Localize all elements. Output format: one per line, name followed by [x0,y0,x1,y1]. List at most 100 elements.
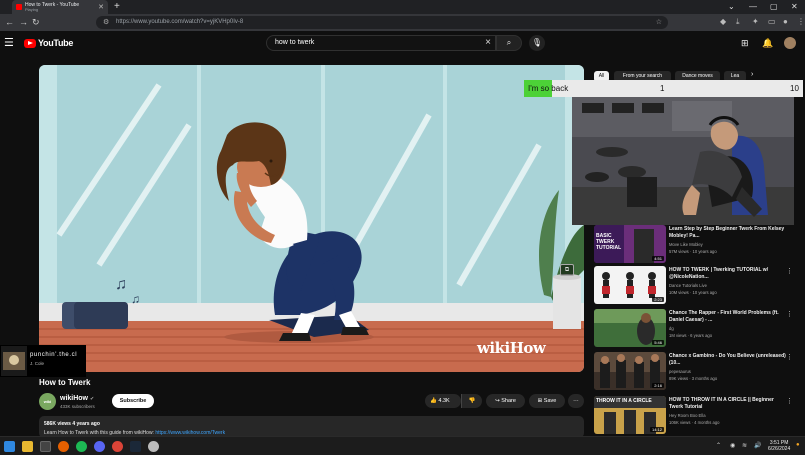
youtube-logo[interactable]: YouTube [24,38,73,48]
youtube-header: ☰ YouTube how to twerk × ⌕ 🎙 ⊞ 🔔 [0,31,805,55]
wifi-icon[interactable]: ≋ [742,442,747,449]
download-icon[interactable]: ⤓ [736,17,740,27]
album-art [1,346,27,376]
more-menu-icon[interactable]: ⋮ [797,17,805,26]
like-button[interactable]: 👍 4.3K [425,394,461,408]
network-icon[interactable]: ◉ [730,442,735,449]
url-text[interactable]: https://www.youtube.com/watch?v=yjKVHp0I… [116,19,243,25]
recommendation-title[interactable]: Chance The Rapper - First World Problems… [669,310,789,324]
steam-icon[interactable] [130,441,141,452]
profile-icon[interactable]: ● [783,17,788,26]
watermark-how: How [509,339,546,357]
more-vertical-icon[interactable]: ⋮ [786,267,793,275]
now-playing-widget[interactable]: punchin'.the.cl J. Cole [0,345,86,377]
video-duration: 2:23 [652,297,664,302]
recommendation-item[interactable]: 5:46 Chance The Rapper - First World Pro… [594,309,799,347]
sidebar-icon[interactable]: ▭ [768,17,776,26]
forward-icon[interactable]: → [19,17,28,27]
dislike-button[interactable]: 👎 [461,394,482,408]
youtube-play-icon [24,38,36,48]
recommendation-channel[interactable]: Hey Room Boo Ella [669,413,706,418]
url-bar[interactable]: ⚙ https://www.youtube.com/watch?v=yjKVHp… [96,16,668,29]
notification-icon[interactable]: ● [796,442,800,448]
clear-search-icon[interactable]: × [485,37,491,48]
search-icon: ⌕ [506,38,512,47]
more-vertical-icon[interactable]: ⋮ [786,353,793,361]
reload-icon[interactable]: ↻ [32,17,40,28]
maximize-icon[interactable]: ▢ [770,2,778,11]
bookmark-star-icon[interactable]: ☆ [656,18,662,26]
search-value[interactable]: how to twerk [275,39,314,46]
chevron-down-icon[interactable]: ⌄ [728,2,735,11]
recommendation-title[interactable]: HOW TO THROW IT IN A CIRCLE || Beginner … [669,397,789,411]
user-avatar[interactable] [784,37,796,49]
share-button[interactable]: ↪ Share [486,394,525,408]
webcam-feed [572,97,794,225]
chevron-right-icon[interactable]: › [751,71,753,78]
recommendation-item[interactable]: 2:16 Chance x Gambino - Do You Believe (… [594,352,799,390]
subscribe-button[interactable]: Subscribe [112,394,154,408]
back-icon[interactable]: ← [5,17,14,27]
tab-subtitle: Playing [25,6,39,12]
recommendation-channel[interactable]: pepesaurus [669,369,691,374]
chrome-icon[interactable] [112,441,123,452]
video-player[interactable]: ♫ ♫ ⧉ wikiHow [39,65,584,372]
search-input[interactable]: how to twerk × [266,35,496,51]
recommendation-item[interactable]: BASIC TWERK TUTORIAL 4:51 Learn Step by … [594,225,799,263]
recommendation-channel[interactable]: Move Like Mobley [669,242,703,247]
extension-shield-icon[interactable]: ◆ [720,17,726,26]
recommendation-thumbnail[interactable]: BASIC TWERK TUTORIAL 4:51 [594,225,666,263]
terminal-icon[interactable] [40,441,51,452]
youtube-favicon-icon [16,4,22,10]
channel-name[interactable]: wikiHow ✔ [60,395,94,402]
recommendation-title[interactable]: HOW TO TWERK | Twerking TUTORIAL w/ @Nic… [669,267,789,281]
app-icon[interactable] [148,441,159,452]
recommendation-item[interactable]: THROW IT IN A CIRCLE 14:12 HOW TO THROW … [594,396,799,434]
windows-taskbar: ⌃ ◉ ≋ 🔊 3:51 PM 6/26/2024 ● [0,436,805,455]
minimize-icon[interactable]: — [749,2,757,11]
voice-search-button[interactable]: 🎙 [529,35,545,51]
recommendation-title[interactable]: Chance x Gambino - Do You Believe (unrel… [669,353,789,367]
notifications-bell-icon[interactable]: 🔔 [762,38,773,49]
recommendation-thumbnail[interactable]: THROW IT IN A CIRCLE 14:12 [594,396,666,434]
more-vertical-icon[interactable]: ⋮ [786,310,793,318]
tray-chevron-icon[interactable]: ⌃ [716,442,721,449]
new-tab-icon[interactable]: + [114,1,120,12]
recommendation-thumbnail[interactable]: 5:46 [594,309,666,347]
site-info-icon[interactable]: ⚙ [103,18,109,26]
hamburger-menu-icon[interactable]: ☰ [4,36,14,49]
channel-avatar[interactable]: wiki How [39,393,56,421]
more-actions-button[interactable]: ⋯ [568,394,584,408]
discord-icon[interactable] [94,441,105,452]
search-button[interactable]: ⌕ [496,35,522,51]
taskbar-clock[interactable]: 3:51 PM 6/26/2024 [768,440,790,452]
create-video-icon[interactable]: ⊞ [741,38,749,49]
firefox-icon[interactable] [58,441,69,452]
recommendation-item[interactable]: 2:23 HOW TO TWERK | Twerking TUTORIAL w/… [594,266,799,304]
share-icon: ↪ [495,398,500,404]
file-explorer-icon[interactable] [22,441,33,452]
close-tab-icon[interactable]: ✕ [98,3,104,11]
thumbs-down-icon: 👎 [468,398,476,404]
volume-icon[interactable]: 🔊 [754,442,761,449]
save-button[interactable]: ⊞ Save [529,394,565,408]
spotify-icon[interactable] [76,441,87,452]
browser-tab[interactable]: How to Twerk - YouTube Playing ✕ [12,0,108,14]
description-meta: 586K views 4 years ago [44,421,100,427]
miniplayer-icon[interactable]: ⧉ [560,264,574,276]
more-vertical-icon[interactable]: ⋮ [786,397,793,405]
channel-name-text[interactable]: wikiHow [60,395,88,402]
recommendation-channel[interactable]: Dance Tutorials Live [669,283,707,288]
video-duration: 4:51 [652,256,664,261]
close-window-icon[interactable]: ✕ [791,2,798,11]
recommendation-channel[interactable]: dg [669,326,674,331]
recommendation-thumbnail[interactable]: 2:16 [594,352,666,390]
description-box[interactable]: 586K views 4 years ago Learn How to Twer… [39,416,584,438]
recommendation-title[interactable]: Learn Step by Step Beginner Twerk From K… [669,226,789,240]
video-duration: 14:12 [649,427,664,432]
recommendation-thumbnail[interactable]: 2:23 [594,266,666,304]
video-duration: 2:16 [652,383,664,388]
windows-start-icon[interactable] [4,441,15,452]
more-horizontal-icon: ⋯ [573,398,579,404]
extensions-icon[interactable]: ✦ [752,17,759,26]
